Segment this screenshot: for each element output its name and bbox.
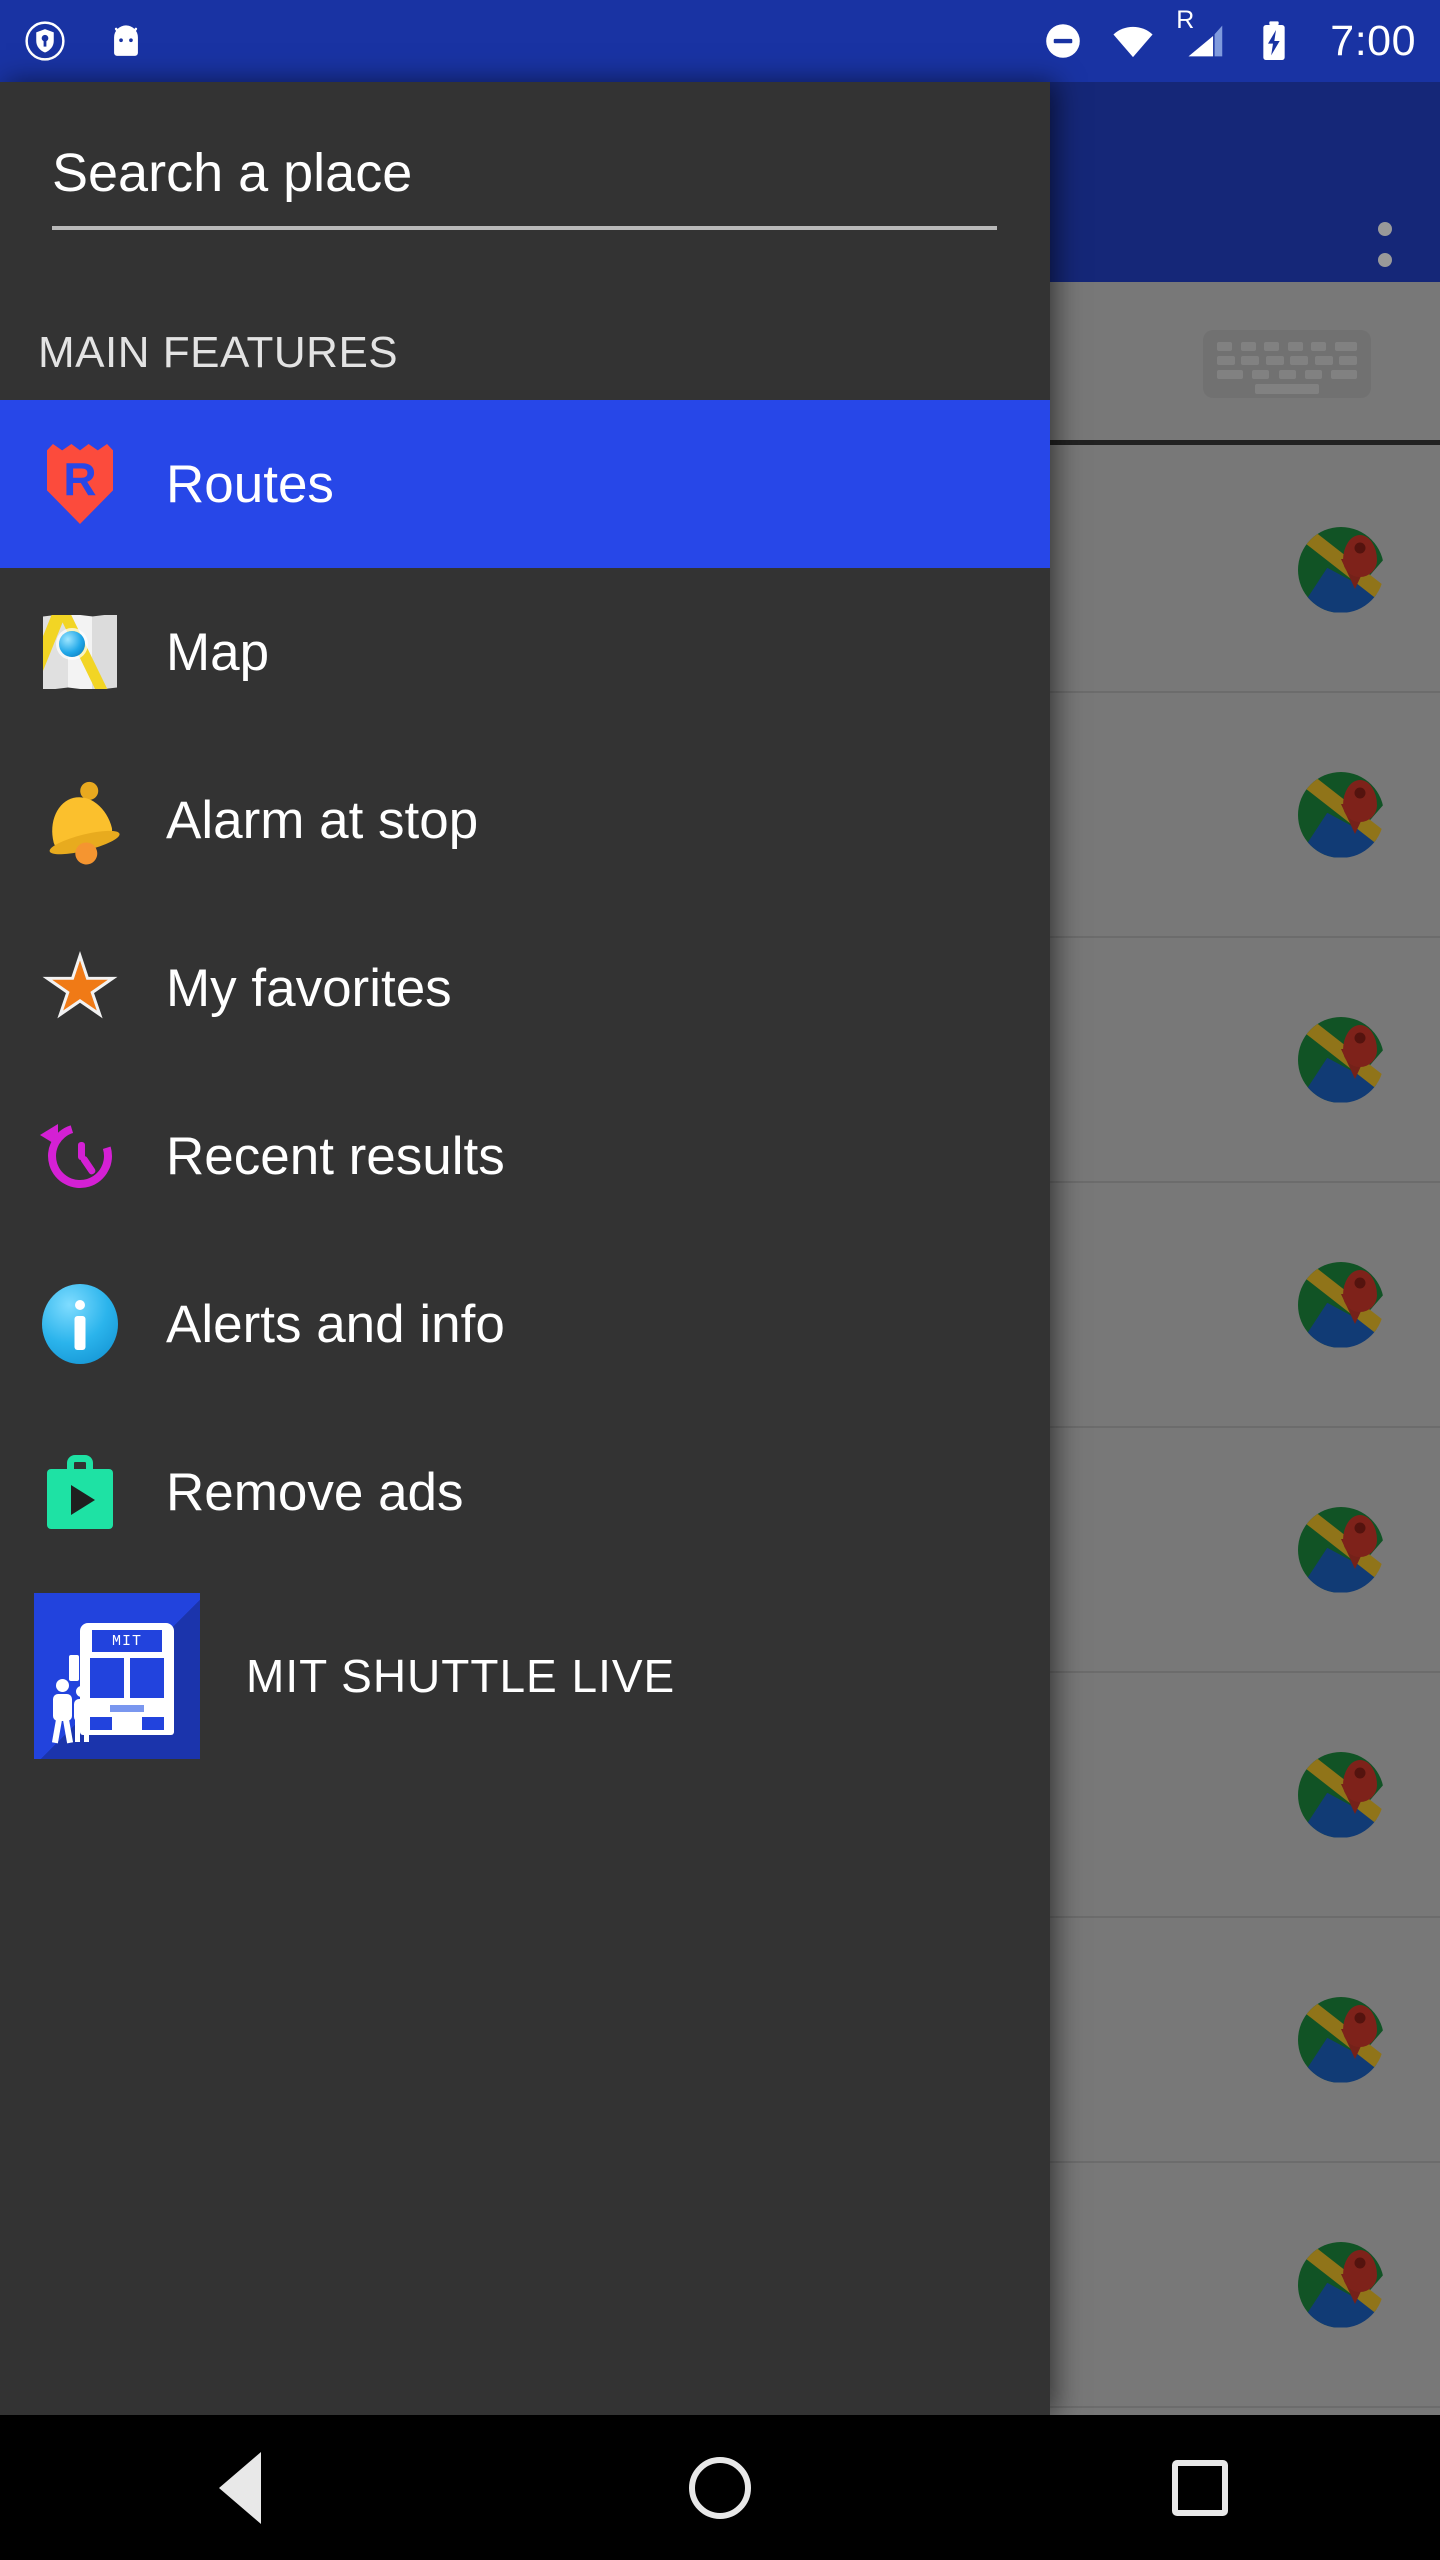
wifi-icon (1113, 26, 1153, 58)
star-icon (38, 946, 122, 1030)
home-circle-icon (689, 2456, 751, 2519)
navigation-drawer: MAIN FEATURES R Routes Map (0, 82, 1050, 2415)
mit-shuttle-bus-icon: MIT (34, 1593, 200, 1759)
drawer-item-remove-ads[interactable]: Remove ads (0, 1408, 1050, 1576)
vpn-shield-icon (25, 21, 65, 61)
info-circle-icon (38, 1282, 122, 1366)
system-navigation-bar (0, 2415, 1440, 2560)
section-header-main-features: MAIN FEATURES (38, 328, 399, 377)
back-triangle-icon (219, 2451, 261, 2524)
drawer-item-label: Alerts and info (166, 1294, 505, 1354)
drawer-item-mit-shuttle-live[interactable]: MIT MIT SHUTTLE LIVE (0, 1576, 1050, 1776)
mit-shuttle-live-label: MIT SHUTTLE LIVE (246, 1650, 676, 1702)
history-clock-icon (36, 1112, 124, 1200)
cell-signal-roaming-icon: R (1176, 6, 1228, 64)
home-button[interactable] (630, 2415, 810, 2560)
drawer-item-label: Map (166, 622, 270, 682)
back-button[interactable] (150, 2415, 330, 2560)
drawer-item-map[interactable]: Map (0, 568, 1050, 736)
do-not-disturb-icon (1046, 24, 1081, 58)
folded-map-icon (38, 610, 122, 694)
drawer-item-recent-results[interactable]: Recent results (0, 1072, 1050, 1240)
drawer-item-alarm-at-stop[interactable]: Alarm at stop (0, 736, 1050, 904)
mit-tile-text: MIT (92, 1630, 162, 1652)
status-bar: R 7:00 (0, 0, 1440, 82)
recents-square-icon (1172, 2459, 1228, 2516)
route-shield-icon: R (38, 442, 122, 526)
status-bar-clock: 7:00 (1330, 16, 1416, 65)
drawer-item-label: My favorites (166, 958, 452, 1018)
roaming-label: R (1176, 6, 1195, 34)
android-head-icon (114, 25, 138, 56)
drawer-item-label: Routes (166, 454, 334, 514)
drawer-item-label: Remove ads (166, 1462, 464, 1522)
search-input[interactable] (52, 142, 997, 230)
recents-button[interactable] (1110, 2415, 1290, 2560)
drawer-item-label: Alarm at stop (166, 790, 479, 850)
battery-charging-icon (1263, 21, 1285, 60)
drawer-item-routes[interactable]: R Routes (0, 400, 1050, 568)
drawer-item-my-favorites[interactable]: My favorites (0, 904, 1050, 1072)
drawer-item-alerts-and-info[interactable]: Alerts and info (0, 1240, 1050, 1408)
play-store-bag-icon (38, 1450, 122, 1534)
bell-icon (38, 778, 122, 867)
android-screen: R 7:00 MAIN FEATURES R Rout (0, 0, 1440, 2560)
search-field-wrapper (0, 82, 1050, 230)
drawer-item-label: Recent results (166, 1126, 505, 1186)
